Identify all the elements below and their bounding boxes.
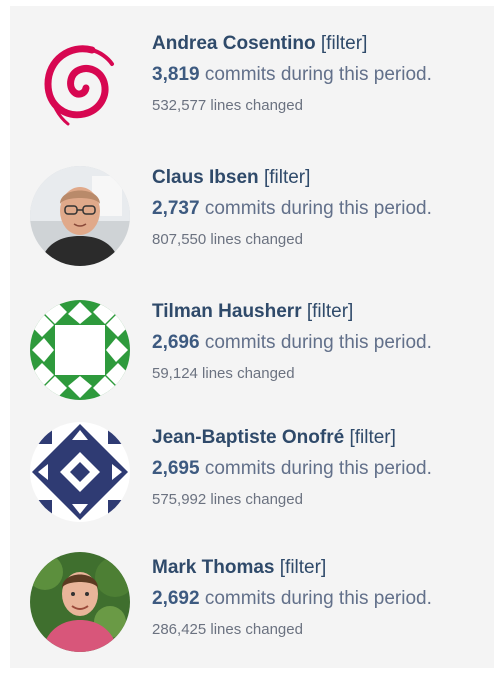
contributor-info: Claus Ibsen [filter] 2,737 commits durin… (152, 166, 492, 250)
commit-summary: 2,696 commits during this period. (152, 331, 492, 355)
filter-link[interactable]: [filter] (321, 33, 367, 54)
contributors-panel: Andrea Cosentino [filter] 3,819 commits … (10, 6, 494, 668)
avatar[interactable] (30, 300, 130, 400)
lines-changed: 532,577 lines changed (152, 97, 303, 114)
commit-count: 3,819 (152, 64, 200, 85)
commit-count: 2,692 (152, 588, 200, 609)
identicon-green-icon (30, 300, 130, 400)
commit-summary: 2,695 commits during this period. (152, 457, 492, 481)
filter-link[interactable]: [filter] (349, 427, 395, 448)
commit-suffix: commits during this period. (199, 588, 432, 609)
commit-suffix: commits during this period. (199, 332, 432, 353)
avatar[interactable] (30, 32, 130, 132)
avatar[interactable] (30, 552, 130, 652)
contributor-name-line: Andrea Cosentino [filter] (152, 32, 492, 56)
commit-count: 2,696 (152, 332, 200, 353)
commit-count: 2,737 (152, 198, 200, 219)
commit-summary: 3,819 commits during this period. (152, 63, 492, 87)
contributor-name[interactable]: Jean-Baptiste Onofré (152, 427, 344, 448)
lines-changed: 575,992 lines changed (152, 491, 303, 508)
contributor-name-line: Tilman Hausherr [filter] (152, 300, 492, 324)
avatar[interactable] (30, 422, 130, 522)
contributor-row: Mark Thomas [filter] 2,692 commits durin… (10, 532, 494, 652)
commit-summary: 2,737 commits during this period. (152, 197, 492, 221)
filter-link[interactable]: [filter] (280, 557, 326, 578)
commit-suffix: commits during this period. (199, 198, 432, 219)
contributor-info: Mark Thomas [filter] 2,692 commits durin… (152, 556, 492, 640)
avatar[interactable] (30, 166, 130, 266)
lines-changed: 286,425 lines changed (152, 621, 303, 638)
contributor-row: Claus Ibsen [filter] 2,737 commits durin… (10, 140, 494, 266)
person-photo-icon (30, 166, 130, 266)
contributor-row: Jean-Baptiste Onofré [filter] 2,695 comm… (10, 404, 494, 524)
debian-swirl-icon (30, 32, 130, 132)
filter-link[interactable]: [filter] (264, 167, 310, 188)
commit-suffix: commits during this period. (199, 458, 432, 479)
identicon-navy-icon (30, 422, 130, 522)
contributor-row: Tilman Hausherr [filter] 2,696 commits d… (10, 274, 494, 400)
commit-suffix: commits during this period. (199, 64, 432, 85)
lines-changed: 807,550 lines changed (152, 231, 303, 248)
contributor-name[interactable]: Claus Ibsen (152, 167, 259, 188)
commit-summary: 2,692 commits during this period. (152, 587, 492, 611)
contributor-name[interactable]: Andrea Cosentino (152, 33, 316, 54)
contributor-info: Tilman Hausherr [filter] 2,696 commits d… (152, 300, 492, 384)
lines-changed: 59,124 lines changed (152, 365, 295, 382)
contributor-name-line: Jean-Baptiste Onofré [filter] (152, 426, 492, 450)
contributor-name[interactable]: Mark Thomas (152, 557, 274, 578)
contributor-info: Jean-Baptiste Onofré [filter] 2,695 comm… (152, 426, 492, 510)
commit-count: 2,695 (152, 458, 200, 479)
contributor-row: Andrea Cosentino [filter] 3,819 commits … (10, 6, 494, 132)
person-photo-icon (30, 552, 130, 652)
contributor-name-line: Claus Ibsen [filter] (152, 166, 492, 190)
contributor-name-line: Mark Thomas [filter] (152, 556, 492, 580)
contributor-info: Andrea Cosentino [filter] 3,819 commits … (152, 32, 492, 116)
contributor-name[interactable]: Tilman Hausherr (152, 301, 302, 322)
filter-link[interactable]: [filter] (307, 301, 353, 322)
